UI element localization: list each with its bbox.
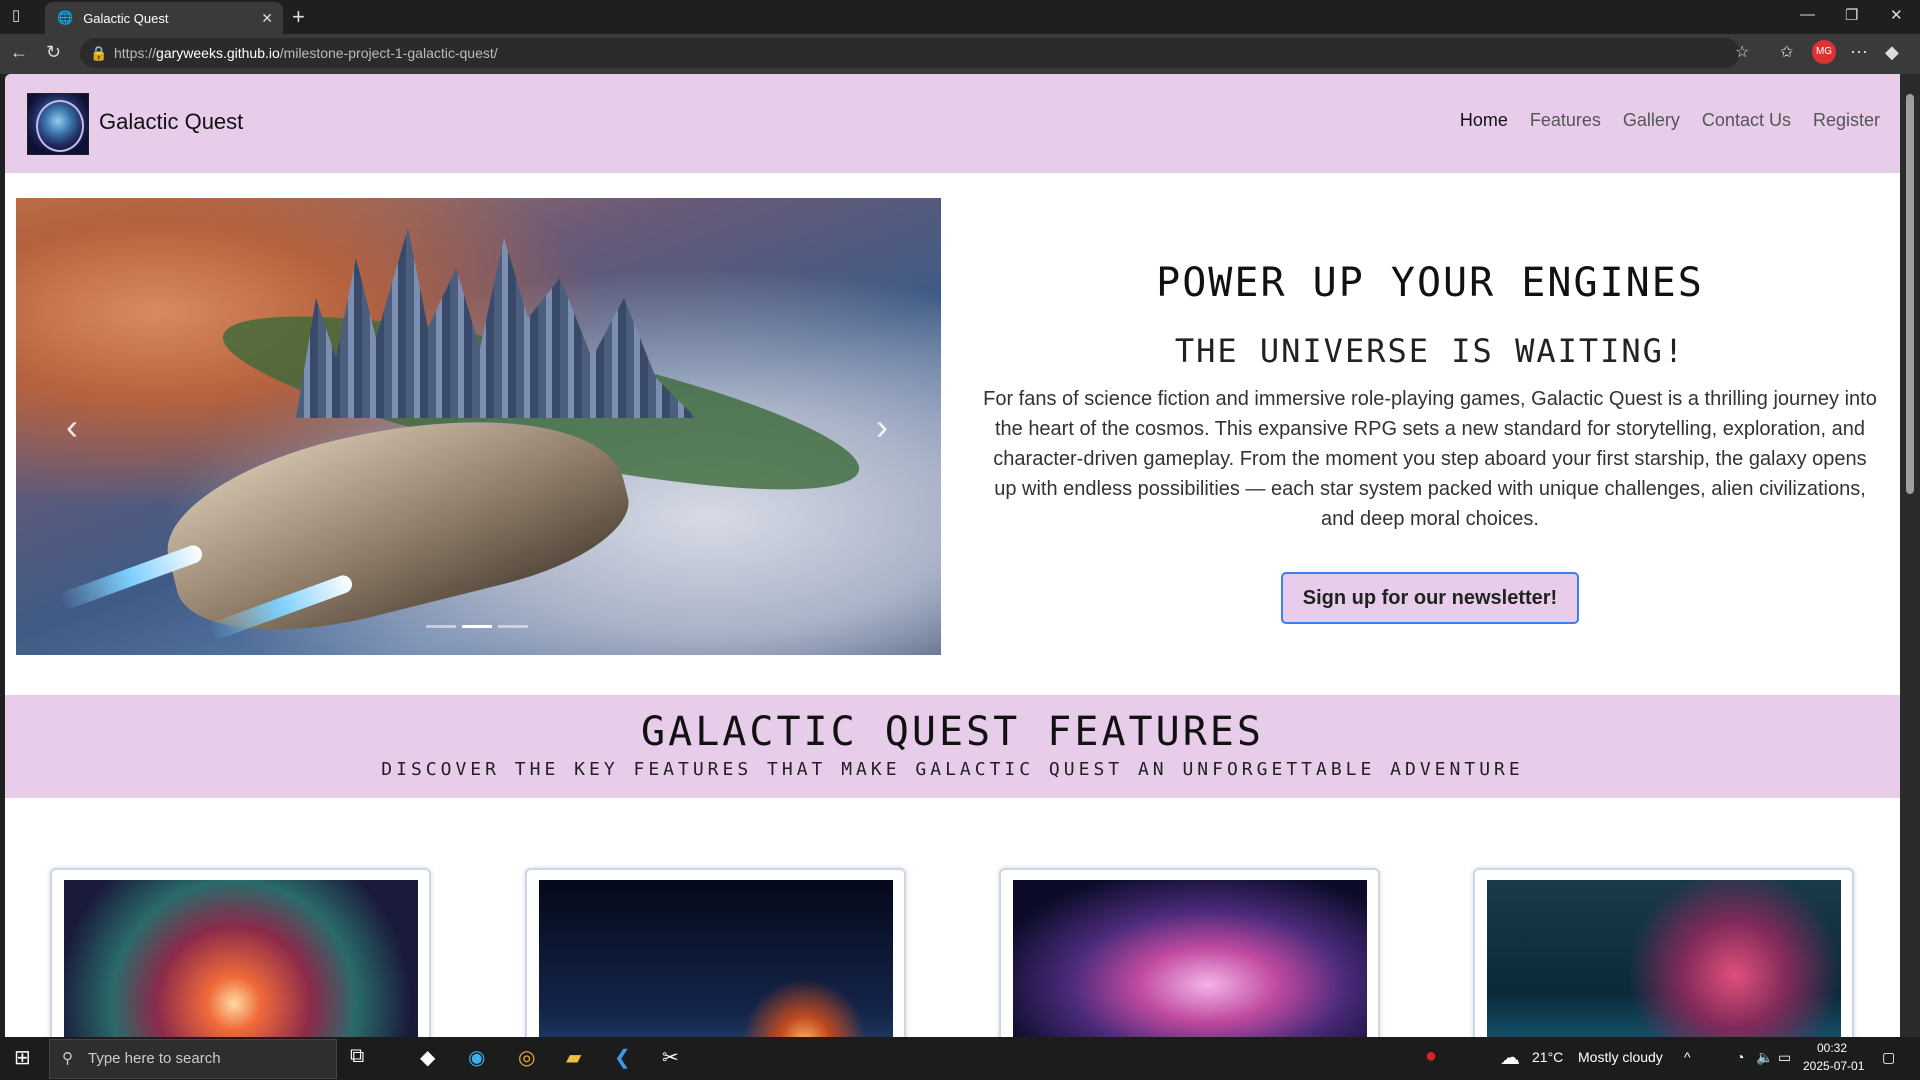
url-input[interactable]: 🔒 https://garyweeks.github.io/milestone-p… [80, 38, 1740, 68]
feature-card[interactable] [525, 868, 906, 1037]
nav-home[interactable]: Home [1460, 110, 1508, 131]
scrollbar-thumb[interactable] [1906, 94, 1914, 494]
close-tab-icon[interactable]: ✕ [261, 10, 273, 27]
nav-links: Home Features Gallery Contact Us Registe… [1460, 110, 1880, 131]
weather-temp[interactable]: 21°C [1532, 1049, 1563, 1065]
features-title: GALACTIC QUEST FEATURES [641, 709, 1264, 755]
globe-icon: 🌐 [57, 10, 74, 25]
carousel-next-icon[interactable]: › [876, 406, 888, 448]
volume-icon[interactable]: 🔈 [1756, 1049, 1773, 1066]
favorites-icon[interactable]: ✩ [1780, 42, 1793, 62]
carousel-prev-icon[interactable]: ‹ [66, 406, 78, 448]
feature-card[interactable] [1473, 868, 1854, 1037]
favorite-star-icon[interactable]: ☆ [1735, 42, 1749, 62]
feature-card[interactable] [50, 868, 431, 1037]
copilot-icon[interactable]: ◆ [1885, 42, 1899, 63]
address-bar-row: ← ↻ 🔒 https://garyweeks.github.io/milesto… [0, 34, 1920, 74]
brand-name[interactable]: Galactic Quest [99, 109, 243, 135]
site-logo[interactable] [27, 93, 89, 155]
weather-icon[interactable]: ☁ [1500, 1045, 1520, 1070]
features-subtitle: DISCOVER THE KEY FEATURES THAT MAKE GALA… [381, 759, 1524, 780]
hero-subtitle: THE UNIVERSE IS WAITING! [1174, 332, 1686, 370]
lock-icon: 🔒 [90, 45, 108, 61]
carousel-indicator[interactable] [498, 625, 528, 628]
chrome-icon[interactable]: ◎ [518, 1045, 535, 1070]
web-page: Galactic Quest Home Features Gallery Con… [5, 74, 1900, 1037]
weather-desc[interactable]: Mostly cloudy [1578, 1049, 1663, 1065]
feature-image-alien-world [1487, 880, 1841, 1037]
nav-register[interactable]: Register [1813, 110, 1880, 131]
carousel-indicators [426, 625, 528, 628]
search-icon: ⚲ [62, 1050, 73, 1067]
carousel-image-city [296, 228, 696, 418]
feature-image-nebula [1013, 880, 1367, 1037]
carousel-indicator[interactable] [426, 625, 456, 628]
new-tab-icon[interactable]: + [292, 4, 305, 30]
task-view-icon[interactable]: ⧉ [350, 1045, 364, 1068]
hero-carousel: ‹ › [16, 198, 941, 655]
network-icon[interactable]: ◔ [1736, 1049, 1744, 1065]
carousel-indicator[interactable] [462, 625, 492, 628]
windows-start-icon[interactable]: ⊞ [14, 1045, 31, 1070]
copilot-app-icon[interactable]: ◆ [420, 1045, 435, 1070]
refresh-icon[interactable]: ↻ [46, 42, 61, 63]
battery-icon[interactable]: ▭ [1778, 1049, 1791, 1066]
tab-title: Galactic Quest [83, 10, 169, 26]
taskbar-search[interactable]: ⚲ Type here to search [49, 1039, 337, 1079]
feature-card[interactable] [999, 868, 1380, 1037]
vscode-icon[interactable]: ❮ [614, 1045, 631, 1070]
file-explorer-icon[interactable]: ▰ [566, 1045, 581, 1070]
snipping-tool-icon[interactable]: ✂ [662, 1045, 679, 1070]
back-icon[interactable]: ← [10, 42, 28, 63]
more-icon[interactable]: ⋯ [1850, 42, 1868, 63]
clock-date[interactable]: 2025-07-01 [1803, 1059, 1864, 1073]
nav-gallery[interactable]: Gallery [1623, 110, 1680, 131]
nav-features[interactable]: Features [1530, 110, 1601, 131]
windows-taskbar: ⊞ ⚲ Type here to search ⧉ ◆ ◉ ◎ ▰ ❮ ✂ ● ☁… [0, 1037, 1920, 1080]
edge-icon[interactable]: ◉ [468, 1045, 485, 1070]
notifications-icon[interactable]: ▢ [1882, 1049, 1895, 1066]
browser-tab[interactable]: 🌐 Galactic Quest ✕ [45, 2, 283, 34]
profile-avatar[interactable]: MG [1812, 40, 1836, 64]
browser-tab-bar: ▯ 🌐 Galactic Quest ✕ + — ❐ ✕ [0, 0, 1920, 34]
antivirus-icon[interactable]: ● [1425, 1045, 1437, 1068]
hero-title: POWER UP YOUR ENGINES [1156, 260, 1704, 306]
page-scrollbar[interactable] [1900, 74, 1920, 1037]
tray-overflow-icon[interactable]: ^ [1684, 1049, 1691, 1065]
close-window-icon[interactable]: ✕ [1890, 6, 1903, 24]
features-header: GALACTIC QUEST FEATURES DISCOVER THE KEY… [5, 695, 1900, 798]
newsletter-signup-button[interactable]: Sign up for our newsletter! [1281, 572, 1579, 624]
feature-image-wormhole [64, 880, 418, 1037]
nav-contact-us[interactable]: Contact Us [1702, 110, 1791, 131]
feature-image-space-battle [539, 880, 893, 1037]
minimize-icon[interactable]: — [1800, 6, 1815, 23]
hero-text: POWER UP YOUR ENGINES THE UNIVERSE IS WA… [980, 198, 1880, 624]
restore-icon[interactable]: ❐ [1845, 6, 1858, 24]
site-navbar: Galactic Quest Home Features Gallery Con… [5, 74, 1900, 173]
clock-time[interactable]: 00:32 [1817, 1041, 1847, 1055]
hero-paragraph: For fans of science fiction and immersiv… [983, 388, 1877, 530]
sidebar-toggle-icon[interactable]: ▯ [12, 6, 20, 24]
